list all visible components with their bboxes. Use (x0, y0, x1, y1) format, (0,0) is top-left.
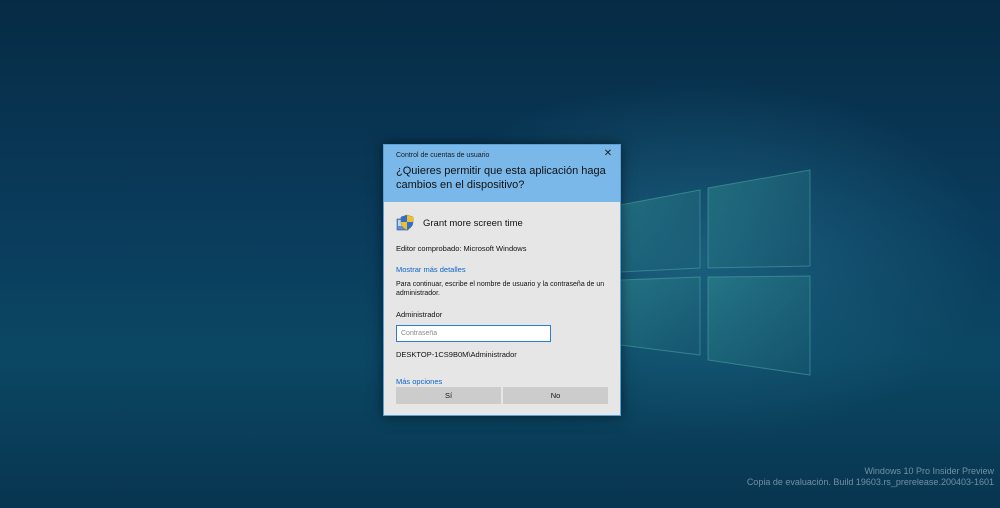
desktop-background: Windows 10 Pro Insider Preview Copia de … (0, 0, 1000, 508)
yes-button[interactable]: Sí (396, 387, 501, 404)
publisher-text: Editor comprobado: Microsoft Windows (396, 244, 527, 253)
password-input[interactable] (396, 325, 551, 342)
uac-dialog: Control de cuentas de usuario ✕ ¿Quieres… (383, 144, 621, 416)
windows-watermark: Windows 10 Pro Insider Preview Copia de … (747, 466, 994, 488)
no-button[interactable]: No (503, 387, 608, 404)
uac-shield-icon (396, 214, 414, 231)
more-options-link[interactable]: Más opciones (396, 377, 608, 386)
dialog-question: ¿Quieres permitir que esta aplicación ha… (396, 165, 606, 191)
watermark-build: Copia de evaluación. Build 19603.rs_prer… (746, 477, 994, 487)
dialog-header: Control de cuentas de usuario ✕ ¿Quieres… (384, 145, 620, 202)
app-row: Grant more screen time (396, 210, 608, 236)
dialog-buttons: Sí No (396, 387, 608, 404)
dialog-body: Grant more screen time Editor comprobado… (384, 202, 620, 386)
close-icon[interactable]: ✕ (602, 148, 614, 160)
app-name: Grant more screen time (423, 217, 523, 229)
instructions-text: Para continuar, escribe el nombre de usu… (396, 281, 605, 297)
show-details-link[interactable]: Mostrar más detalles (396, 265, 608, 274)
admin-user-label: Administrador (396, 310, 443, 319)
dialog-caption: Control de cuentas de usuario (396, 152, 490, 159)
domain-user-text: DESKTOP-1CS9B0M\Administrador (396, 350, 517, 359)
watermark-edition: Windows 10 Pro Insider Preview (864, 466, 994, 476)
